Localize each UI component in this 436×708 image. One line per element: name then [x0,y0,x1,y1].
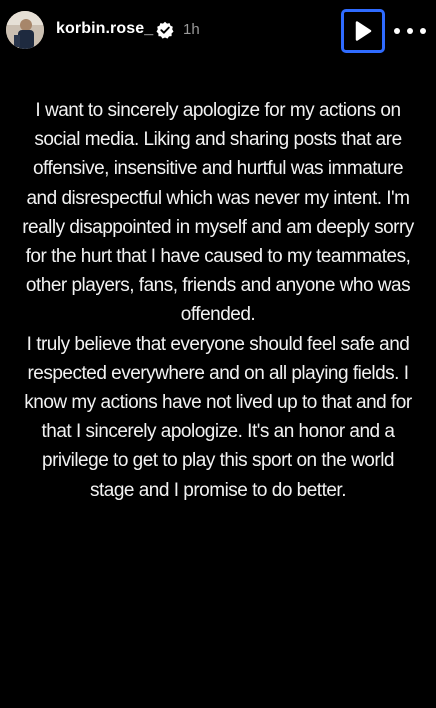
avatar-image [6,11,44,49]
more-options-button[interactable] [394,21,426,41]
more-horizontal-icon-dot [407,28,413,34]
play-icon [355,21,372,41]
username[interactable]: korbin.rose_ [56,20,153,38]
verified-badge-icon [156,21,174,39]
avatar[interactable] [6,11,44,49]
more-horizontal-icon-dot [394,28,400,34]
story-header: korbin.rose_ 1h [0,0,436,62]
play-button[interactable] [341,9,385,53]
story-text-content: I want to sincerely apologize for my act… [18,96,418,505]
story-paragraph: I want to sincerely apologize for my act… [22,100,414,326]
more-horizontal-icon-dot [420,28,426,34]
story-paragraph: I truly believe that everyone should fee… [24,333,412,501]
timestamp: 1h [183,21,200,38]
